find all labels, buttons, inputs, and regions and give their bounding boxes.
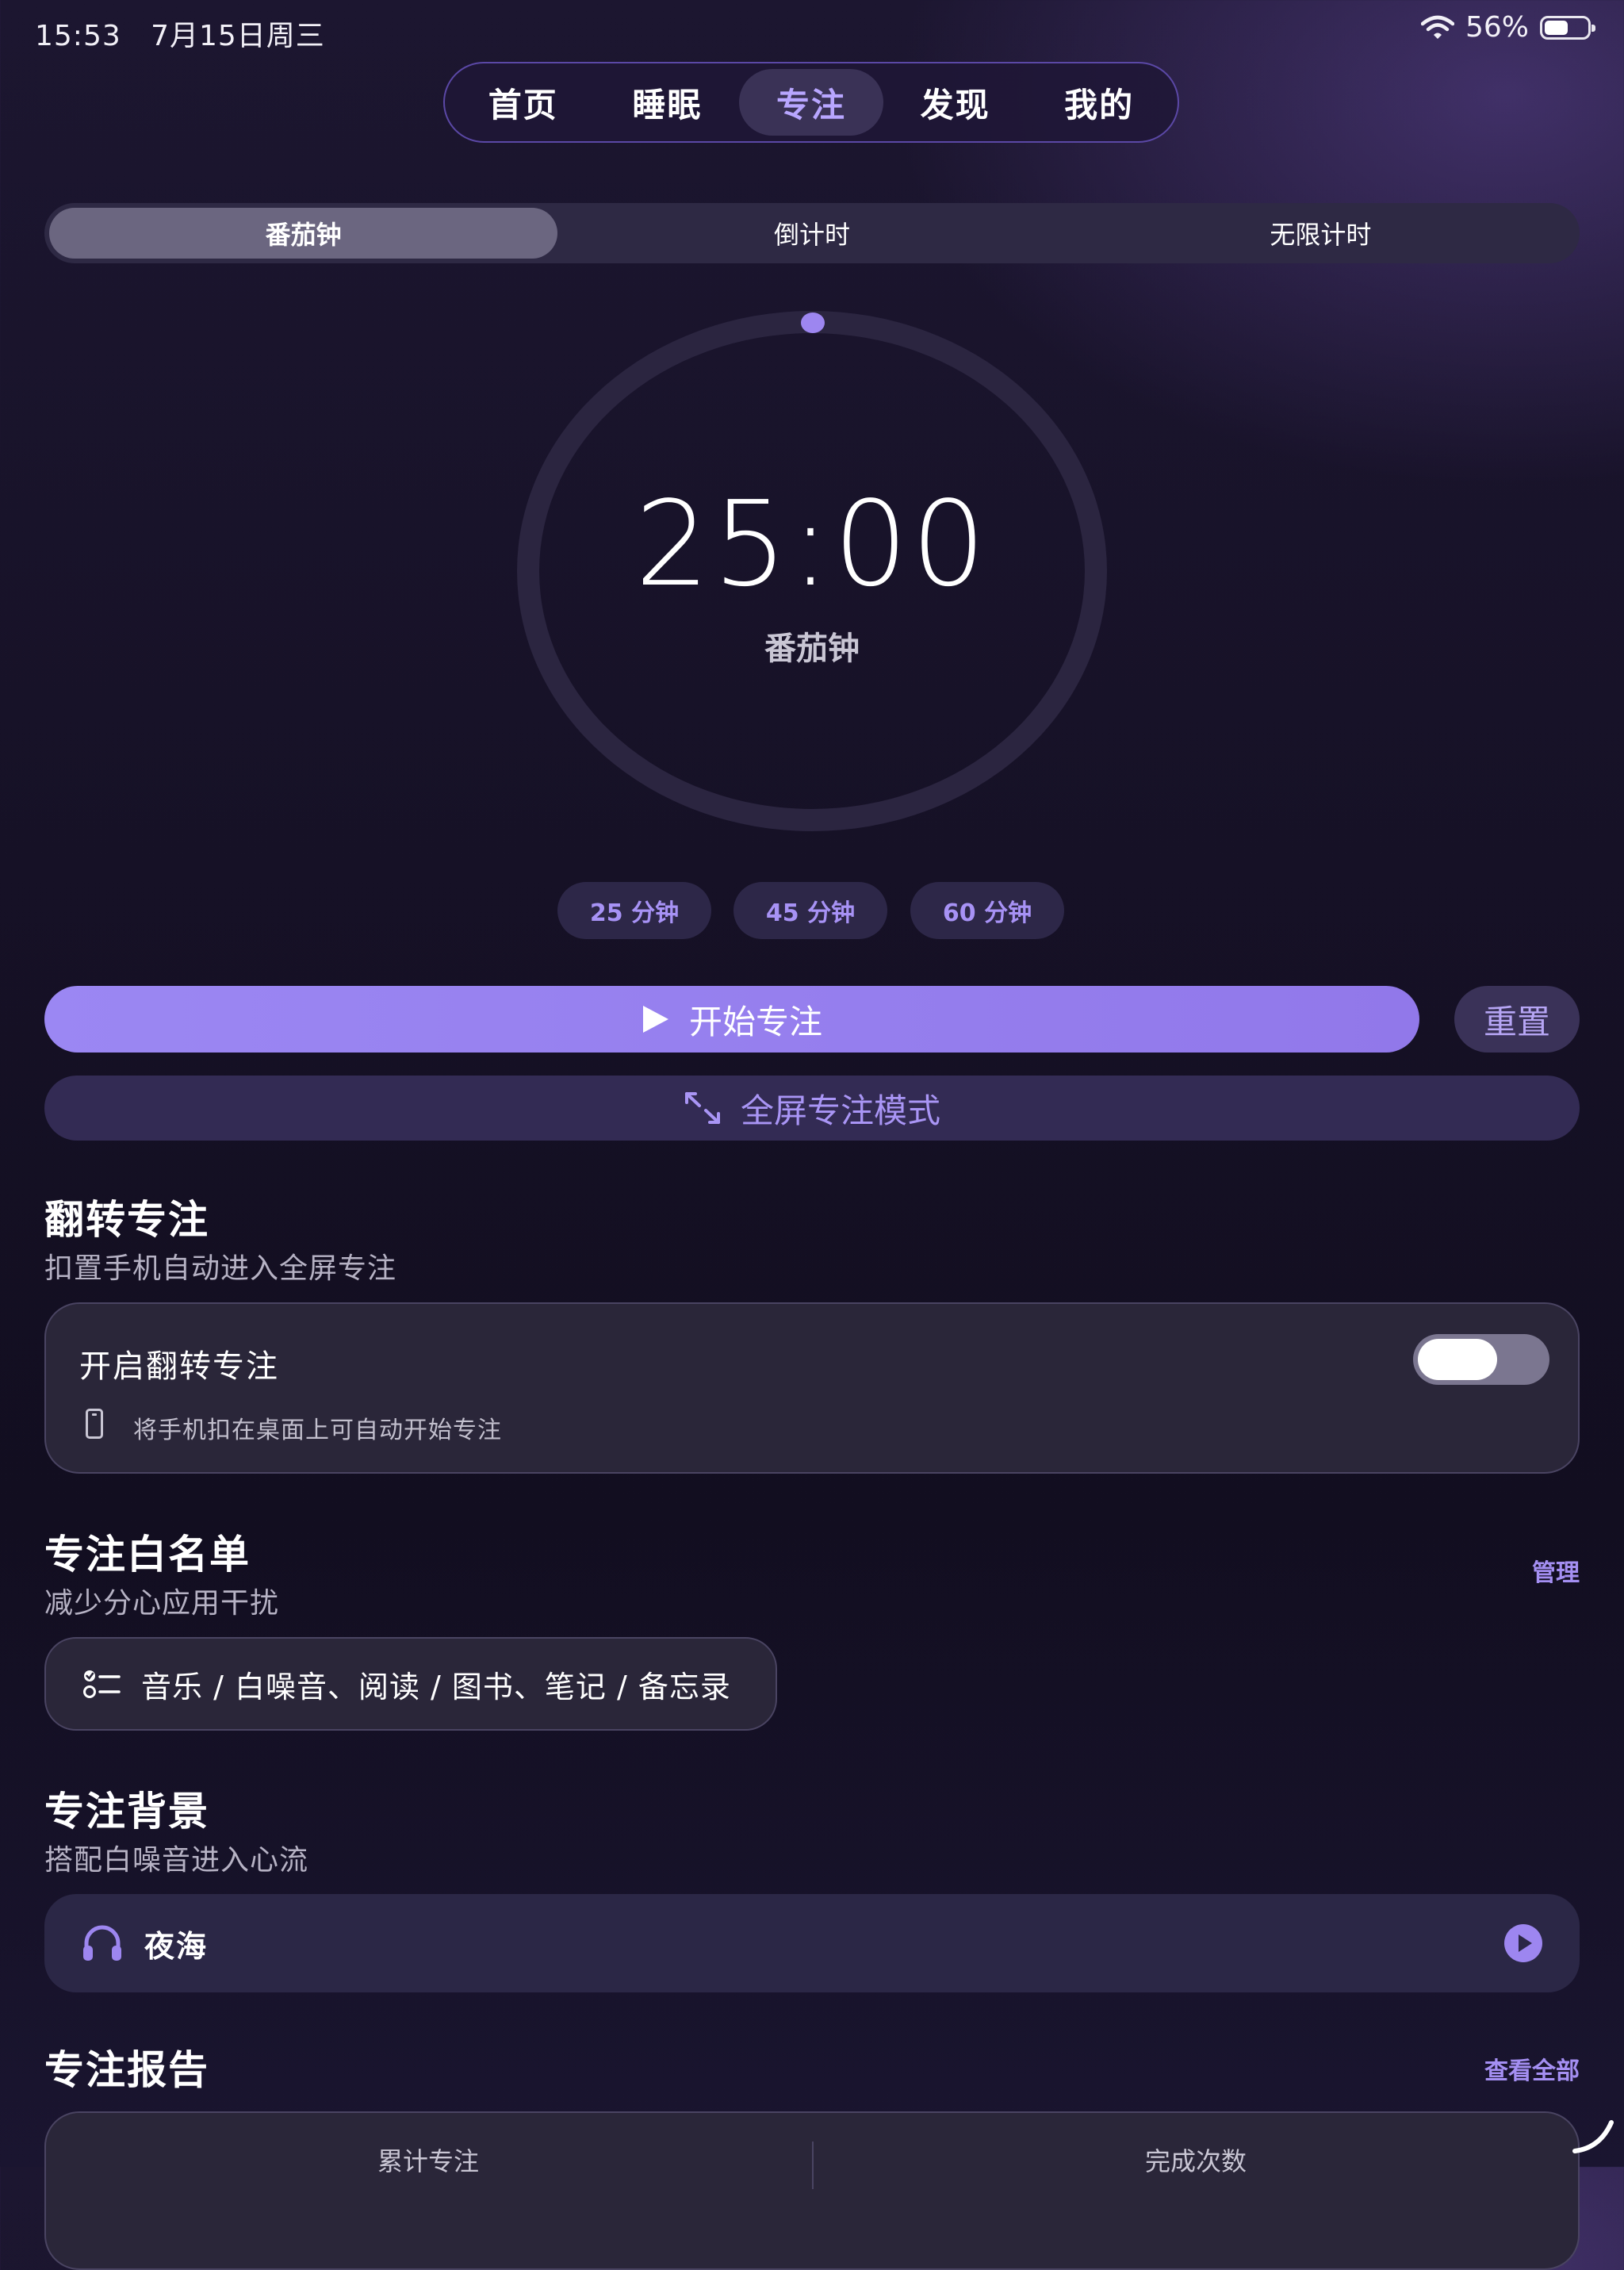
flip-focus-card [44,1302,1580,1474]
report-total-focus-label: 累计专注 [377,2146,479,2176]
start-focus-label: 开始专注 [688,1002,822,1041]
flip-toggle-label: 开启翻转专注 [79,1348,279,1385]
mode-tab-pomodoro[interactable]: 番茄钟 [49,208,558,259]
whitelist-apps-text: 音乐 / 白噪音、阅读 / 图书、笔记 / 备忘录 [141,1669,731,1704]
nav-tab-sleep[interactable]: 睡眠 [596,69,740,136]
background-section-subtitle: 搭配白噪音进入心流 [44,1844,309,1877]
flip-section-title: 翻转专注 [44,1197,209,1243]
mode-segmented-control: 番茄钟 倒计时 无限计时 [44,203,1580,263]
nav-tab-discover[interactable]: 发现 [883,69,1028,136]
whitelist-manage-link[interactable]: 管理 [1532,1553,1580,1588]
timer-display: 25:00 [634,476,990,612]
battery-icon [1540,15,1595,40]
nav-tab-home[interactable]: 首页 [451,69,596,136]
battery-fill [1545,20,1568,35]
preset-60-button[interactable]: 60 分钟 [910,882,1064,939]
flip-focus-toggle[interactable] [1413,1334,1549,1385]
preset-25-button[interactable]: 25 分钟 [557,882,711,939]
fullscreen-mode-button[interactable]: 全屏专注模式 [44,1076,1580,1141]
reset-button[interactable]: 重置 [1454,986,1580,1053]
top-nav: 首页 睡眠 专注 发现 我的 [443,62,1179,143]
whitelist-apps-card[interactable]: 音乐 / 白噪音、阅读 / 图书、笔记 / 备忘录 [44,1637,777,1731]
timer-progress-handle[interactable] [801,313,825,333]
status-time: 15:53 [35,20,121,52]
report-card [44,2111,1580,2270]
timer-mode-label: 番茄钟 [764,631,860,667]
expand-icon [684,1092,720,1124]
fullscreen-mode-label: 全屏专注模式 [740,1091,940,1130]
wifi-icon [1420,15,1454,39]
nav-tab-focus[interactable]: 专注 [739,69,883,136]
play-icon [642,1006,668,1033]
status-indicators: 56% [1420,11,1595,44]
toggle-knob [1418,1339,1497,1380]
headphones-icon [83,1925,121,1961]
background-track-card[interactable]: 夜海 [44,1894,1580,1992]
whitelist-section-subtitle: 减少分心应用干扰 [44,1587,280,1620]
battery-percent: 56% [1465,11,1529,44]
resize-handle-icon[interactable] [1572,2119,1614,2154]
nav-tab-mine[interactable]: 我的 [1027,69,1171,136]
mode-tab-countdown[interactable]: 倒计时 [557,208,1066,259]
start-focus-button[interactable]: 开始专注 [44,986,1419,1053]
background-section-title: 专注背景 [44,1789,209,1835]
play-circle-icon[interactable] [1503,1923,1543,1963]
flip-hint-text: 将手机扣在桌面上可自动开始专注 [133,1417,502,1444]
status-time-date: 15:53 7月15日周三 [35,13,325,54]
status-date: 7月15日周三 [151,20,325,52]
report-section-title: 专注报告 [44,2047,209,2093]
flip-section-subtitle: 扣置手机自动进入全屏专注 [44,1252,397,1285]
mode-tab-unlimited[interactable]: 无限计时 [1067,208,1575,259]
report-view-all-link[interactable]: 查看全部 [1484,2051,1580,2086]
checklist-icon [83,1670,121,1698]
whitelist-section-title: 专注白名单 [44,1532,251,1578]
phone-icon [86,1409,103,1439]
preset-45-button[interactable]: 45 分钟 [733,882,887,939]
report-completed-count-label: 完成次数 [1144,2146,1247,2176]
background-track-name: 夜海 [144,1928,209,1964]
